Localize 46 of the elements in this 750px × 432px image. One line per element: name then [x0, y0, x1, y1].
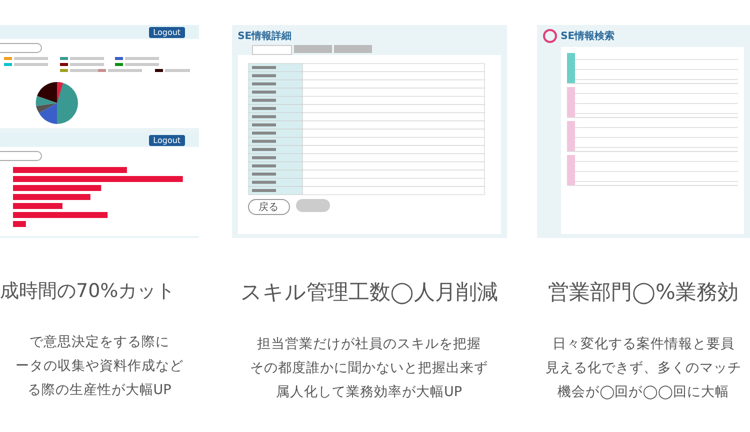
- legend-swatch: [60, 57, 68, 60]
- back-button[interactable]: 戻る: [248, 199, 290, 215]
- legend-label-bar: [125, 57, 159, 60]
- legend-swatch: [60, 63, 68, 66]
- legend-swatch: [115, 57, 123, 60]
- legend-label-bar: [108, 69, 142, 72]
- graph-toggle-button[interactable]: [0, 43, 42, 53]
- logo-icon: [542, 29, 557, 43]
- feature-text: る際の生産性が大幅UP: [27, 381, 172, 400]
- result-row[interactable]: [566, 155, 738, 186]
- logout-button[interactable]: Logout: [149, 134, 185, 146]
- graph-toggle-button[interactable]: [0, 151, 42, 161]
- feature-heading: スキル管理工数◯人月削減: [240, 279, 498, 306]
- legend-label-bar: [125, 63, 159, 66]
- feature-text: 機会が◯回が◯◯回に大幅: [558, 383, 729, 402]
- feature-text: ータの収集や資料作成など: [15, 357, 184, 376]
- tab[interactable]: [294, 45, 332, 53]
- legend-swatch: [4, 57, 12, 60]
- legend-swatch: [115, 63, 123, 66]
- result-row[interactable]: [566, 53, 738, 84]
- legend-label-bar: [14, 63, 48, 66]
- feature-text: 見える化できず、多くのマッチ: [545, 359, 742, 378]
- legend-swatch: [98, 69, 106, 72]
- legend-label-bar: [165, 69, 190, 72]
- screen-title: SE情報詳細: [238, 30, 293, 43]
- legend-label-bar: [70, 63, 104, 66]
- legend-swatch: [155, 69, 163, 72]
- result-row[interactable]: [566, 87, 738, 118]
- tab[interactable]: [252, 45, 292, 55]
- chart-bar: [13, 221, 26, 227]
- legend-swatch: [60, 69, 68, 72]
- feature-text: 担当営業だけが社員のスキルを把握: [257, 335, 482, 354]
- legend-label-bar: [70, 57, 104, 60]
- logout-button[interactable]: Logout: [149, 26, 185, 38]
- feature-text: その都度誰かに聞かないと把握出来ず: [250, 359, 488, 378]
- feature-text: で意思決定をする際に: [29, 333, 170, 352]
- feature-heading: 営業部門◯%業務効: [548, 279, 739, 306]
- feature-heading: 成時間の70%カット: [0, 279, 176, 304]
- screen-title: SE情報検索: [560, 30, 615, 43]
- legend-label-bar: [14, 57, 48, 60]
- feature-text: 属人化して業務効率が大幅UP: [276, 383, 462, 402]
- tab[interactable]: [334, 45, 372, 53]
- legend-swatch: [4, 63, 12, 66]
- chart-bar: [13, 203, 62, 209]
- feature-text: 日々変化する案件情報と要員: [552, 335, 734, 354]
- result-row[interactable]: [566, 121, 738, 152]
